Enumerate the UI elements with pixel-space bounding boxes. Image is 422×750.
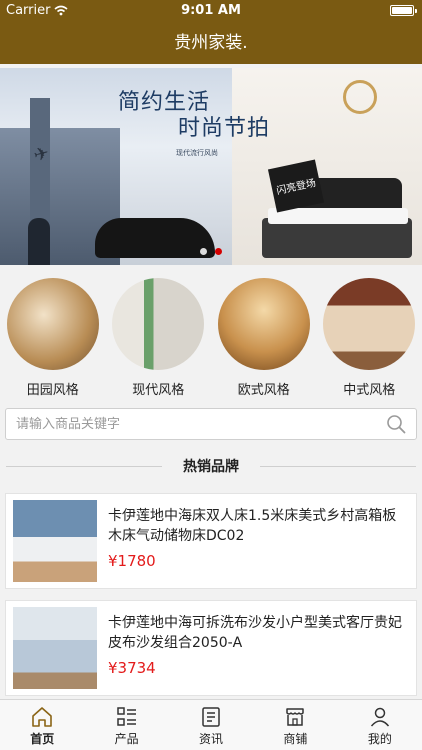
category-modern-image bbox=[112, 278, 205, 370]
product-thumbnail bbox=[13, 500, 97, 582]
tab-news[interactable]: 资讯 bbox=[169, 700, 253, 750]
banner-dot-1[interactable] bbox=[200, 248, 207, 255]
tab-profile[interactable]: 我的 bbox=[338, 700, 422, 750]
category-row: 田园风格 现代风格 欧式风格 中式风格 bbox=[0, 278, 422, 400]
category-chinese-image bbox=[323, 278, 416, 370]
category-pastoral-image bbox=[6, 278, 99, 370]
product-price: ¥3734 bbox=[108, 659, 156, 677]
tab-label: 商铺 bbox=[283, 732, 308, 746]
product-title: 卡伊莲地中海床双人床1.5米床美式乡村高箱板木床气动储物床DC02 bbox=[108, 508, 397, 544]
category-european-image bbox=[217, 278, 310, 370]
grid-list-icon bbox=[116, 707, 136, 726]
product-card[interactable]: 卡伊莲地中海床双人床1.5米床美式乡村高箱板木床气动储物床DC02 ¥1780 bbox=[5, 493, 417, 589]
status-bar: Carrier 9:01 AM bbox=[0, 0, 422, 22]
user-icon bbox=[370, 707, 389, 727]
app-screen: Carrier 9:01 AM 贵州家装. ✈ 简约生活 时尚节拍 现代流行风尚… bbox=[0, 0, 422, 750]
promo-banner[interactable]: ✈ 简约生活 时尚节拍 现代流行风尚 闪亮登场 bbox=[0, 68, 422, 265]
banner-headline-2: 时尚节拍 bbox=[178, 116, 271, 141]
category-label: 欧式风格 bbox=[237, 383, 290, 398]
top-bar: Carrier 9:01 AM 贵州家装. bbox=[0, 0, 422, 64]
tab-bar: 首页 产品 资讯 商铺 我的 bbox=[0, 699, 422, 750]
tab-label: 我的 bbox=[367, 732, 392, 746]
banner-pagination[interactable] bbox=[0, 248, 422, 255]
product-thumbnail bbox=[13, 607, 97, 689]
status-time: 9:01 AM bbox=[181, 3, 241, 18]
banner-mirror-image bbox=[343, 80, 377, 114]
category-modern[interactable]: 现代风格 bbox=[108, 278, 208, 400]
tab-label: 产品 bbox=[114, 732, 139, 746]
divider bbox=[260, 466, 416, 467]
banner-bed-sheet bbox=[268, 208, 408, 224]
category-european[interactable]: 欧式风格 bbox=[214, 278, 314, 400]
banner-fine-print: 现代流行风尚 bbox=[176, 149, 218, 157]
tab-store[interactable]: 商铺 bbox=[253, 700, 337, 750]
news-icon bbox=[202, 707, 220, 727]
section-header: 热销品牌 bbox=[0, 452, 422, 480]
tab-label: 首页 bbox=[30, 732, 55, 746]
search-icon[interactable] bbox=[386, 414, 406, 434]
tab-products[interactable]: 产品 bbox=[84, 700, 168, 750]
battery-icon bbox=[390, 5, 417, 16]
banner-pianist-image bbox=[28, 218, 50, 265]
category-label: 中式风格 bbox=[343, 383, 396, 398]
search-input[interactable] bbox=[16, 409, 376, 439]
home-icon bbox=[32, 707, 53, 727]
banner-dot-2[interactable] bbox=[215, 248, 222, 255]
product-card[interactable]: 卡伊莲地中海可拆洗布沙发小户型美式客厅贵妃皮布沙发组合2050-A ¥3734 bbox=[5, 600, 417, 696]
category-label: 现代风格 bbox=[132, 383, 185, 398]
category-chinese[interactable]: 中式风格 bbox=[319, 278, 419, 400]
page-title: 贵州家装. bbox=[174, 33, 248, 53]
tab-label: 资讯 bbox=[199, 732, 224, 746]
store-icon bbox=[286, 708, 305, 726]
tab-home[interactable]: 首页 bbox=[0, 700, 84, 750]
category-pastoral[interactable]: 田园风格 bbox=[3, 278, 103, 400]
product-title: 卡伊莲地中海可拆洗布沙发小户型美式客厅贵妃皮布沙发组合2050-A bbox=[108, 615, 402, 651]
search-bar bbox=[5, 408, 417, 440]
category-label: 田园风格 bbox=[26, 383, 79, 398]
product-price: ¥1780 bbox=[108, 552, 156, 570]
